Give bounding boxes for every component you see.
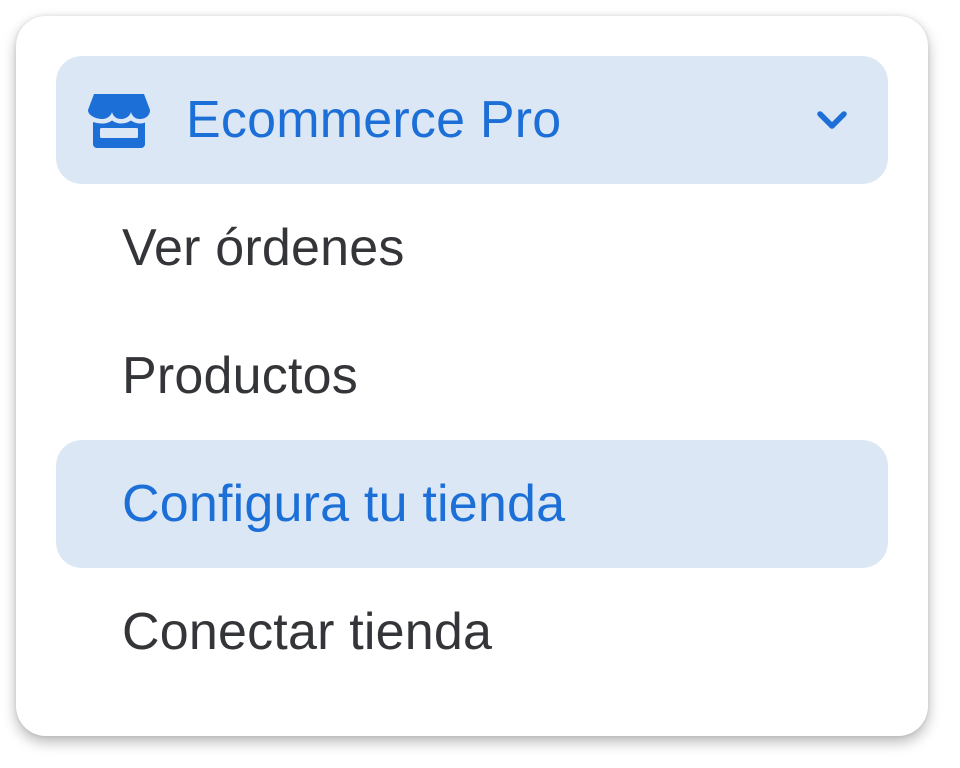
menu-item-label: Configura tu tienda (122, 475, 566, 533)
menu-item-productos[interactable]: Productos (56, 312, 888, 440)
menu-item-label: Conectar tienda (122, 603, 493, 661)
dropdown-menu-card: Ecommerce Pro Ver órdenes Productos Conf… (16, 16, 928, 736)
menu-item-label: Productos (122, 347, 358, 405)
chevron-down-icon[interactable] (812, 106, 852, 134)
store-icon (88, 94, 150, 148)
menu-item-ver-ordenes[interactable]: Ver órdenes (56, 184, 888, 312)
menu-item-conectar-tienda[interactable]: Conectar tienda (56, 568, 888, 696)
menu-item-label: Ver órdenes (122, 219, 405, 277)
menu-item-configura-tu-tienda[interactable]: Configura tu tienda (56, 440, 888, 568)
menu-header-ecommerce-pro[interactable]: Ecommerce Pro (56, 56, 888, 184)
menu-header-label: Ecommerce Pro (186, 91, 562, 149)
